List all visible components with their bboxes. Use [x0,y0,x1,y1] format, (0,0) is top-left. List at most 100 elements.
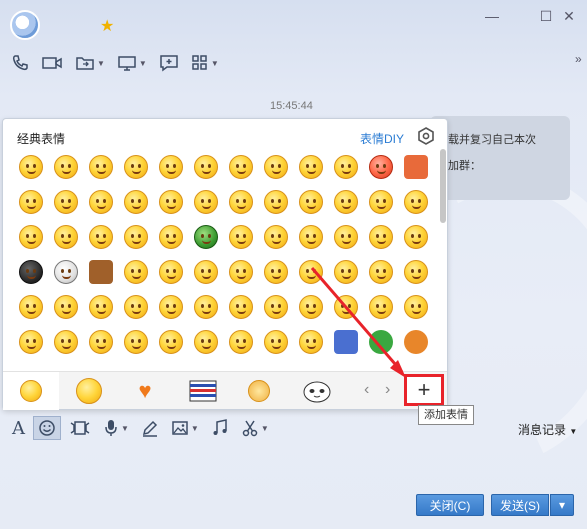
scrollbar[interactable] [440,149,446,223]
emoji-sleepy[interactable] [293,149,328,184]
emoji-shh[interactable] [328,219,363,254]
voice-message-button[interactable]: ▼ [99,416,133,440]
emoji-sad[interactable] [118,254,153,289]
toolbar-more-button[interactable]: » [575,52,582,66]
emoji-bleed[interactable] [118,324,153,359]
emoji-ok[interactable] [328,289,363,324]
tab-classic[interactable] [3,372,59,410]
tab-dog[interactable] [231,372,287,410]
emoji-bandage[interactable] [258,149,293,184]
emoji-watermelon[interactable] [363,324,398,359]
send-options-button[interactable]: ▾ [550,494,574,516]
emoji-shy[interactable] [328,184,363,219]
emoji-big-grin[interactable] [48,184,83,219]
emoji-diy-link[interactable]: 表情DIY [360,130,404,147]
emoji-grin-shy[interactable] [48,149,83,184]
emoji-huh[interactable] [258,324,293,359]
close-icon[interactable]: ✕ [561,8,577,24]
send-file-button[interactable]: ▼ [72,52,108,74]
emoji-sneeze[interactable] [223,289,258,324]
emoji-surprised[interactable] [153,324,188,359]
avatar[interactable] [10,10,40,40]
emoji-sweat-down[interactable] [293,324,328,359]
emoji-sunglasses[interactable] [153,184,188,219]
emoji-army-helmet[interactable] [188,219,223,254]
minimize-icon[interactable]: — [484,8,500,24]
emoji-question[interactable] [293,219,328,254]
emoji-look[interactable] [223,324,258,359]
emoji-skull-bomb[interactable] [13,254,48,289]
font-button[interactable]: A [8,416,29,440]
star-icon[interactable]: ★ [100,16,114,36]
add-emoji-button[interactable]: + [404,374,444,406]
send-button[interactable]: 发送(S) [491,494,549,516]
emoji-devil[interactable] [223,184,258,219]
emoji-button[interactable] [33,416,61,440]
emoji-spiral[interactable] [363,219,398,254]
emoji-hammer[interactable] [83,254,118,289]
settings-icon[interactable] [417,127,435,145]
emoji-love[interactable] [83,289,118,324]
emoji-puke[interactable] [293,254,328,289]
emoji-frown[interactable] [223,254,258,289]
emoji-nervous[interactable] [188,184,223,219]
emoji-hug[interactable] [363,184,398,219]
emoji-sick[interactable] [398,289,433,324]
emoji-angry-red[interactable] [363,149,398,184]
emoji-shock[interactable] [188,324,223,359]
emoji-think[interactable] [293,184,328,219]
emoji-cold[interactable] [153,289,188,324]
video-call-button[interactable] [38,52,66,74]
emoji-peace[interactable] [188,254,223,289]
emoji-basketball[interactable] [398,324,433,359]
emoji-worry[interactable] [118,184,153,219]
emoji-grimace[interactable] [118,149,153,184]
emoji-squint[interactable] [48,324,83,359]
emoji-cry[interactable] [188,149,223,184]
close-button[interactable]: 关闭(C) [416,494,484,516]
emoji-hungry[interactable] [188,289,223,324]
emoji-kiss[interactable] [363,254,398,289]
tab-next-icon[interactable]: › [385,381,390,399]
music-button[interactable] [207,416,233,440]
apps-button[interactable]: ▼ [188,52,222,74]
emoji-ninja[interactable] [223,219,258,254]
remote-desktop-button[interactable]: ▼ [114,52,150,74]
emoji-smug[interactable] [48,219,83,254]
emoji-sweat-smile[interactable] [118,219,153,254]
emoji-laugh-tears[interactable] [153,219,188,254]
tab-panda[interactable] [289,372,345,410]
video-message-button[interactable] [65,416,95,440]
maximize-icon[interactable]: ☐ [538,8,554,24]
emoji-furious[interactable] [83,219,118,254]
emoji-laugh[interactable] [223,149,258,184]
emoji-dizzy[interactable] [83,184,118,219]
message-history-button[interactable]: 消息记录 ▼ [518,421,577,438]
emoji-heart-eyes[interactable] [83,149,118,184]
emoji-sweat[interactable] [328,149,363,184]
emoji-wow[interactable] [398,184,433,219]
emoji-tongue[interactable] [13,184,48,219]
emoji-clown[interactable] [363,289,398,324]
emoji-cool[interactable] [153,149,188,184]
emoji-facepalm[interactable] [48,289,83,324]
emoji-blush[interactable] [328,254,363,289]
emoji-sigh[interactable] [118,289,153,324]
emoji-slap[interactable] [83,324,118,359]
emoji-gift[interactable] [398,149,433,184]
emoji-cheer[interactable] [398,254,433,289]
discussion-button[interactable] [156,52,182,74]
emoji-scream[interactable] [258,219,293,254]
emoji-yawn[interactable] [258,184,293,219]
emoji-white-skull[interactable] [48,254,83,289]
handwriting-button[interactable] [137,416,163,440]
emoji-sob[interactable] [153,254,188,289]
emoji-pout[interactable] [13,289,48,324]
emoji-grumble[interactable] [398,219,433,254]
voice-call-button[interactable] [8,52,32,74]
emoji-stare[interactable] [258,254,293,289]
emoji-smile[interactable] [13,149,48,184]
tab-prev-icon[interactable]: ‹ [364,381,369,399]
image-button[interactable]: ▼ [167,416,203,440]
tab-heart[interactable]: ♥ [117,372,173,410]
